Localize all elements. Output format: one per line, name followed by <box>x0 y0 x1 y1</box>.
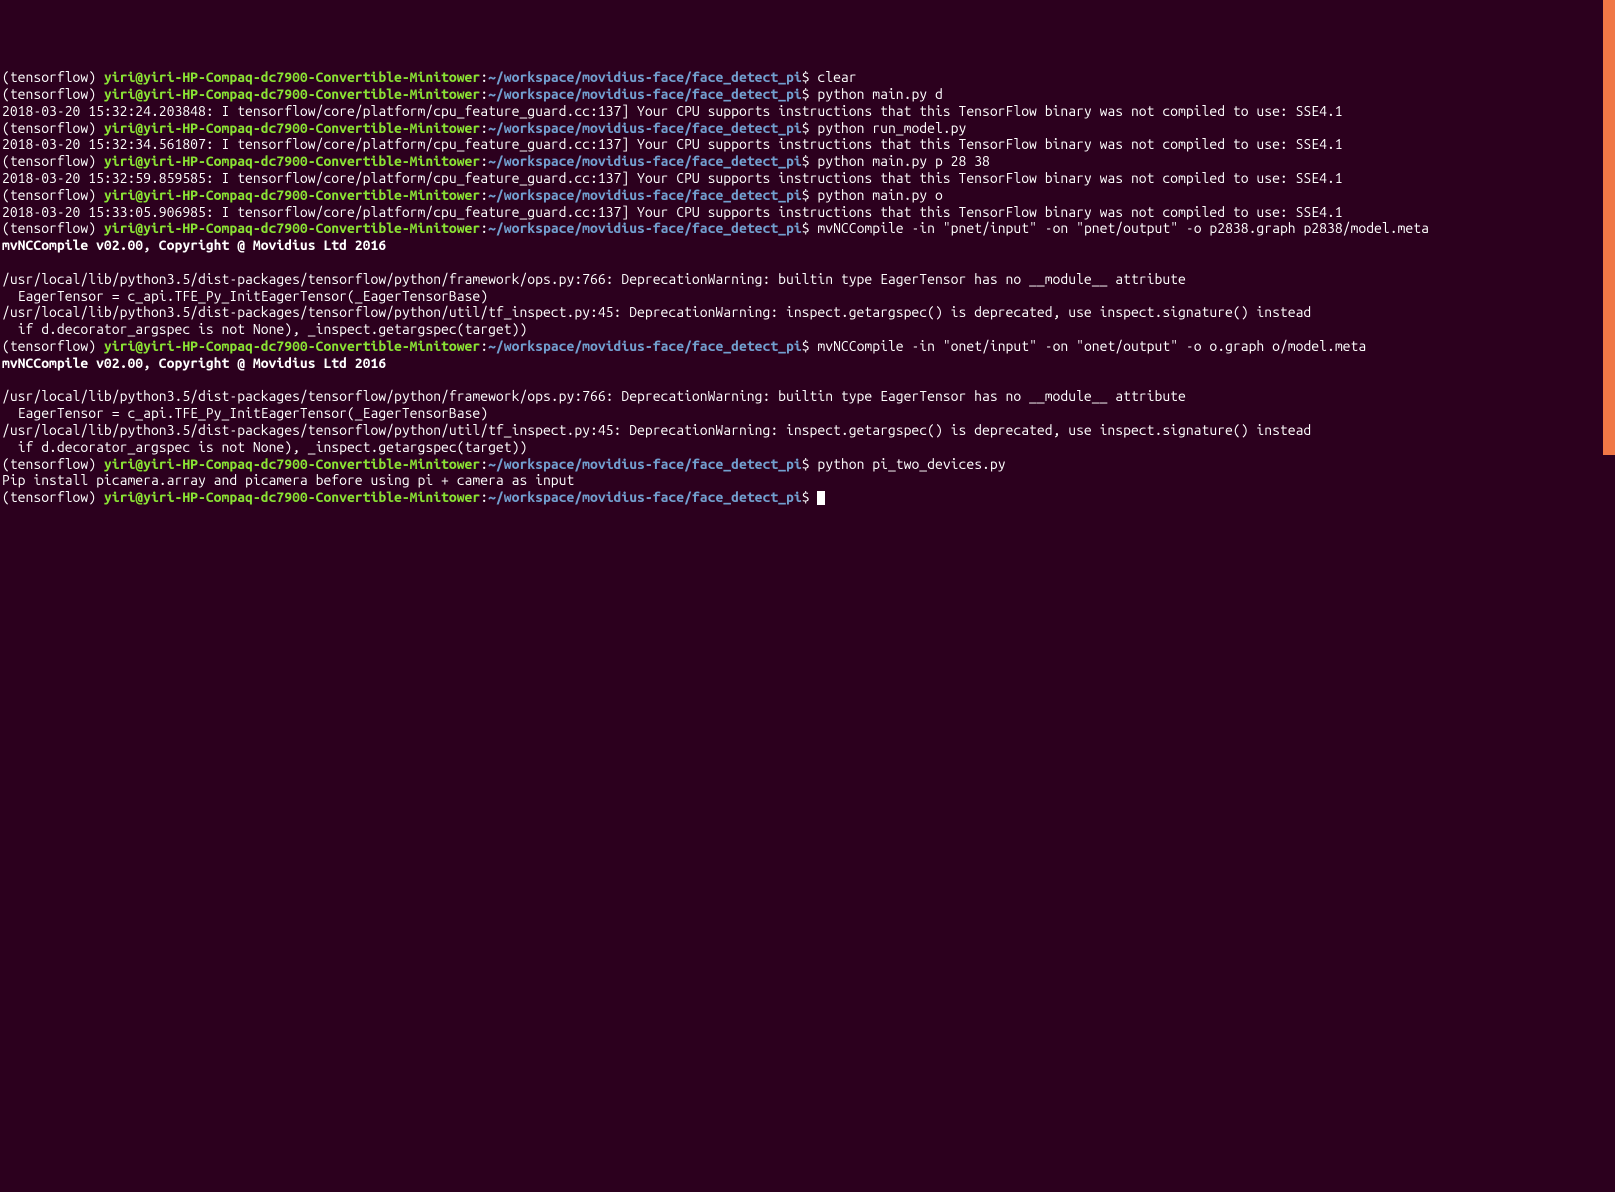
command-text: python main.py d <box>817 86 942 102</box>
output-blank-line <box>2 254 1613 271</box>
prompt-userhost: yiri@yiri-HP-Compaq-dc7900-Convertible-M… <box>104 86 480 102</box>
terminal-line: (tensorflow) yiri@yiri-HP-Compaq-dc7900-… <box>2 187 1613 204</box>
output-line: EagerTensor = c_api.TFE_Py_InitEagerTens… <box>2 405 1613 422</box>
command-text: python run_model.py <box>817 120 966 136</box>
output-line: if d.decorator_argspec is not None), _in… <box>2 321 1613 338</box>
prompt-userhost: yiri@yiri-HP-Compaq-dc7900-Convertible-M… <box>104 187 480 203</box>
prompt-colon: : <box>480 86 488 102</box>
prompt-env: (tensorflow) <box>2 120 104 136</box>
prompt-dollar: $ <box>802 69 818 85</box>
command-text: clear <box>817 69 856 85</box>
output-line: EagerTensor = c_api.TFE_Py_InitEagerTens… <box>2 288 1613 305</box>
prompt-userhost: yiri@yiri-HP-Compaq-dc7900-Convertible-M… <box>104 338 480 354</box>
terminal-line: (tensorflow) yiri@yiri-HP-Compaq-dc7900-… <box>2 220 1613 237</box>
output-line: 2018-03-20 15:32:34.561807: I tensorflow… <box>2 136 1613 153</box>
output-line: Pip install picamera.array and picamera … <box>2 472 1613 489</box>
prompt-env: (tensorflow) <box>2 220 104 236</box>
prompt-dollar: $ <box>802 489 818 505</box>
prompt-dollar: $ <box>802 120 818 136</box>
prompt-colon: : <box>480 187 488 203</box>
terminal-line: (tensorflow) yiri@yiri-HP-Compaq-dc7900-… <box>2 120 1613 137</box>
command-text: mvNCCompile -in "pnet/input" -on "pnet/o… <box>817 220 1429 236</box>
prompt-userhost: yiri@yiri-HP-Compaq-dc7900-Convertible-M… <box>104 220 480 236</box>
prompt-dollar: $ <box>802 338 818 354</box>
terminal-line: (tensorflow) yiri@yiri-HP-Compaq-dc7900-… <box>2 153 1613 170</box>
prompt-path: ~/workspace/movidius-face/face_detect_pi <box>488 489 802 505</box>
prompt-env: (tensorflow) <box>2 456 104 472</box>
prompt-env: (tensorflow) <box>2 69 104 85</box>
terminal-line-active[interactable]: (tensorflow) yiri@yiri-HP-Compaq-dc7900-… <box>2 489 1613 506</box>
terminal-line: (tensorflow) yiri@yiri-HP-Compaq-dc7900-… <box>2 338 1613 355</box>
prompt-env: (tensorflow) <box>2 489 104 505</box>
output-blank-line <box>2 372 1613 389</box>
command-text: python main.py p 28 38 <box>817 153 989 169</box>
command-text: mvNCCompile -in "onet/input" -on "onet/o… <box>817 338 1366 354</box>
terminal-output[interactable]: (tensorflow) yiri@yiri-HP-Compaq-dc7900-… <box>2 69 1613 1091</box>
terminal-line: (tensorflow) yiri@yiri-HP-Compaq-dc7900-… <box>2 69 1613 86</box>
prompt-dollar: $ <box>802 220 818 236</box>
output-line: 2018-03-20 15:32:59.859585: I tensorflow… <box>2 170 1613 187</box>
output-line-bold: mvNCCompile v02.00, Copyright @ Movidius… <box>2 355 1613 372</box>
prompt-env: (tensorflow) <box>2 338 104 354</box>
prompt-colon: : <box>480 120 488 136</box>
output-line: /usr/local/lib/python3.5/dist-packages/t… <box>2 422 1613 439</box>
prompt-userhost: yiri@yiri-HP-Compaq-dc7900-Convertible-M… <box>104 489 480 505</box>
command-text: python pi_two_devices.py <box>817 456 1005 472</box>
prompt-userhost: yiri@yiri-HP-Compaq-dc7900-Convertible-M… <box>104 456 480 472</box>
prompt-colon: : <box>480 153 488 169</box>
prompt-dollar: $ <box>802 187 818 203</box>
prompt-colon: : <box>480 489 488 505</box>
prompt-userhost: yiri@yiri-HP-Compaq-dc7900-Convertible-M… <box>104 153 480 169</box>
cursor <box>817 491 825 505</box>
prompt-colon: : <box>480 69 488 85</box>
prompt-path: ~/workspace/movidius-face/face_detect_pi <box>488 69 802 85</box>
output-line: /usr/local/lib/python3.5/dist-packages/t… <box>2 388 1613 405</box>
output-line: /usr/local/lib/python3.5/dist-packages/t… <box>2 304 1613 321</box>
prompt-env: (tensorflow) <box>2 153 104 169</box>
prompt-path: ~/workspace/movidius-face/face_detect_pi <box>488 456 802 472</box>
output-line: 2018-03-20 15:33:05.906985: I tensorflow… <box>2 204 1613 221</box>
prompt-dollar: $ <box>802 86 818 102</box>
prompt-env: (tensorflow) <box>2 187 104 203</box>
output-line: 2018-03-20 15:32:24.203848: I tensorflow… <box>2 103 1613 120</box>
prompt-colon: : <box>480 220 488 236</box>
prompt-dollar: $ <box>802 153 818 169</box>
output-line: /usr/local/lib/python3.5/dist-packages/t… <box>2 271 1613 288</box>
prompt-userhost: yiri@yiri-HP-Compaq-dc7900-Convertible-M… <box>104 69 480 85</box>
prompt-path: ~/workspace/movidius-face/face_detect_pi <box>488 120 802 136</box>
command-text: python main.py o <box>817 187 942 203</box>
scrollbar[interactable] <box>1603 0 1615 455</box>
prompt-path: ~/workspace/movidius-face/face_detect_pi <box>488 220 802 236</box>
prompt-colon: : <box>480 456 488 472</box>
output-line-bold: mvNCCompile v02.00, Copyright @ Movidius… <box>2 237 1613 254</box>
prompt-colon: : <box>480 338 488 354</box>
prompt-path: ~/workspace/movidius-face/face_detect_pi <box>488 153 802 169</box>
prompt-dollar: $ <box>802 456 818 472</box>
terminal-line: (tensorflow) yiri@yiri-HP-Compaq-dc7900-… <box>2 86 1613 103</box>
terminal-line: (tensorflow) yiri@yiri-HP-Compaq-dc7900-… <box>2 456 1613 473</box>
prompt-env: (tensorflow) <box>2 86 104 102</box>
prompt-path: ~/workspace/movidius-face/face_detect_pi <box>488 187 802 203</box>
output-line: if d.decorator_argspec is not None), _in… <box>2 439 1613 456</box>
prompt-userhost: yiri@yiri-HP-Compaq-dc7900-Convertible-M… <box>104 120 480 136</box>
prompt-path: ~/workspace/movidius-face/face_detect_pi <box>488 86 802 102</box>
prompt-path: ~/workspace/movidius-face/face_detect_pi <box>488 338 802 354</box>
